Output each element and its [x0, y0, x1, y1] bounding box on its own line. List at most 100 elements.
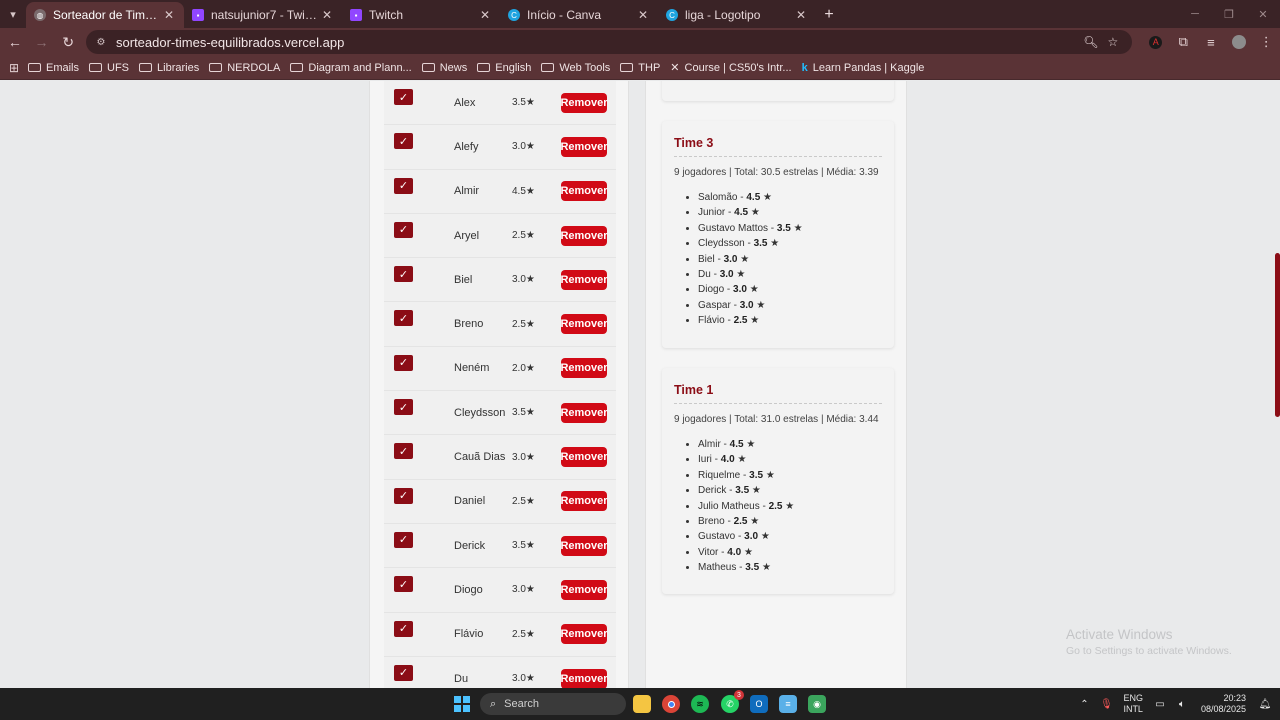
tab-search-chevron-icon[interactable]: ▾ — [0, 0, 26, 28]
remove-button[interactable]: Remover — [560, 402, 608, 423]
language-indicator[interactable]: ENG INTL — [1123, 693, 1143, 715]
player-checkbox[interactable]: ✓ — [394, 310, 413, 327]
team-player-name: Vitor — [698, 546, 719, 558]
remove-button[interactable]: Remover — [560, 358, 608, 379]
tab-twitch[interactable]: ▪ Twitch ✕ — [342, 2, 500, 28]
address-bar[interactable]: ⚙ sorteador-times-equilibrados.vercel.ap… — [86, 30, 1132, 54]
bookmark-libraries[interactable]: Libraries — [139, 62, 199, 74]
notification-bell-icon[interactable]: 🔔︎ — [1254, 699, 1276, 710]
remove-button[interactable]: Remover — [560, 624, 608, 645]
bookmark-ufs[interactable]: UFS — [89, 62, 129, 74]
star-icon: ★ — [740, 253, 750, 265]
file-explorer-icon[interactable] — [633, 695, 651, 713]
team-player-item: Gaspar - 3.0 ★ — [698, 298, 894, 313]
taskbar-search[interactable]: ⌕ Search — [480, 693, 626, 715]
player-checkbox[interactable]: ✓ — [394, 443, 413, 460]
notepad-icon[interactable]: ≡ — [779, 695, 797, 713]
remove-button[interactable]: Remover — [560, 269, 608, 290]
zoom-icon[interactable]: 🔍︎ — [1080, 35, 1102, 49]
close-icon[interactable]: ✕ — [320, 8, 334, 22]
star-icon: ★ — [793, 222, 803, 234]
remove-button[interactable]: Remover — [560, 181, 608, 202]
menu-kebab-icon[interactable]: ⋮ — [1252, 30, 1280, 54]
bookmark-cs50[interactable]: ✕ Course | CS50's Intr... — [670, 61, 791, 75]
network-icon[interactable]: ▭ — [1149, 699, 1171, 710]
microphone-icon[interactable]: 🎙︎ — [1095, 699, 1117, 710]
whatsapp-icon[interactable]: ✆ 3 — [721, 690, 744, 713]
player-checkbox[interactable]: ✓ — [394, 177, 413, 194]
forward-arrow-icon[interactable]: → — [30, 30, 54, 54]
remove-button[interactable]: Remover — [560, 314, 608, 335]
close-icon[interactable]: ✕ — [162, 8, 176, 22]
new-tab-plus-icon[interactable]: + — [816, 2, 842, 28]
team-title: Time 1 — [674, 383, 882, 404]
player-checkbox[interactable]: ✓ — [394, 221, 413, 238]
remove-button[interactable]: Remover — [560, 136, 608, 157]
team-card: Time 1 9 jogadores | Total: 31.0 estrela… — [662, 368, 894, 594]
bookmark-thp[interactable]: THP — [620, 62, 660, 74]
outlook-icon[interactable]: O — [750, 695, 768, 713]
clock[interactable]: 20:23 08/08/2025 — [1201, 693, 1246, 715]
close-icon[interactable]: ✕ — [636, 8, 650, 22]
tab-twitch-channel[interactable]: ▪ natsujunior7 - Twitch ✕ — [184, 2, 342, 28]
extensions-puzzle-icon[interactable]: ⧉ — [1170, 30, 1198, 54]
team-player-list: Almir - 4.5 ★Iuri - 4.0 ★Riquelme - 3.5 … — [698, 437, 894, 576]
remove-button[interactable]: Remover — [560, 579, 608, 600]
close-window-icon[interactable]: ✕ — [1246, 0, 1280, 28]
player-checkbox[interactable]: ✓ — [394, 89, 413, 105]
player-row: ✓ Alefy 3.0★ Remover — [384, 125, 616, 170]
remove-button[interactable]: Remover — [560, 668, 608, 688]
team-player-name: Julio Matheus — [698, 500, 760, 512]
player-checkbox[interactable]: ✓ — [394, 354, 413, 371]
remove-button[interactable]: Remover — [560, 535, 608, 556]
tab-canva-home[interactable]: C Início - Canva ✕ — [500, 2, 658, 28]
player-checkbox[interactable]: ✓ — [394, 664, 413, 681]
volume-icon[interactable]: 🔈︎ — [1171, 699, 1193, 710]
remove-button[interactable]: Remover — [560, 92, 608, 113]
remove-button[interactable]: Remover — [560, 491, 608, 512]
player-checkbox[interactable]: ✓ — [394, 399, 413, 416]
close-icon[interactable]: ✕ — [794, 8, 808, 22]
discord-icon[interactable]: ◉ — [808, 695, 826, 713]
windows-start-icon[interactable] — [454, 696, 470, 712]
spotify-icon[interactable]: ≋ — [691, 695, 709, 713]
site-info-icon[interactable]: ⚙ — [94, 35, 108, 49]
player-rating: 2.5★ — [512, 230, 535, 242]
player-checkbox[interactable]: ✓ — [394, 266, 413, 283]
bookmark-star-icon[interactable]: ☆ — [1102, 35, 1124, 49]
remove-button[interactable]: Remover — [560, 225, 608, 246]
bookmark-news[interactable]: News — [421, 62, 467, 74]
bookmark-web-tools[interactable]: Web Tools — [541, 62, 610, 74]
media-queue-icon[interactable]: ≡ — [1197, 30, 1225, 54]
tab-sorteador[interactable]: ◍ Sorteador de Times Equilibrados ✕ — [26, 2, 184, 28]
back-arrow-icon[interactable]: ← — [3, 30, 27, 54]
profile-avatar-icon[interactable] — [1225, 30, 1253, 54]
minimize-icon[interactable]: ─ — [1178, 0, 1212, 28]
reload-icon[interactable]: ↻ — [56, 30, 80, 54]
restore-icon[interactable]: ❐ — [1212, 0, 1246, 28]
page-viewport: ✓ Alex 3.5★ Remover ✓ Alefy 3.0★ Remover ✓ Almir 4… — [0, 81, 1280, 688]
apps-grid-icon[interactable]: ⊞ — [0, 61, 28, 75]
remove-button[interactable]: Remover — [560, 447, 608, 468]
player-checkbox[interactable]: ✓ — [394, 133, 413, 150]
url-text[interactable]: sorteador-times-equilibrados.vercel.app — [116, 35, 1080, 50]
page-scrollbar[interactable] — [1274, 81, 1280, 688]
bookmark-nerdola[interactable]: NERDOLA — [209, 62, 280, 74]
chrome-icon[interactable] — [662, 695, 680, 713]
extension-a-icon[interactable]: A — [1142, 30, 1170, 54]
player-checkbox[interactable]: ✓ — [394, 620, 413, 637]
bookmark-diagram[interactable]: Diagram and Plann... — [290, 62, 412, 74]
close-icon[interactable]: ✕ — [478, 8, 492, 22]
chevron-up-icon[interactable]: ⌃ — [1073, 699, 1095, 710]
tab-canva-logo[interactable]: C liga - Logotipo ✕ — [658, 2, 816, 28]
team-player-item: Biel - 3.0 ★ — [698, 252, 894, 267]
bookmark-kaggle[interactable]: k Learn Pandas | Kaggle — [802, 62, 925, 74]
scrollbar-thumb[interactable] — [1275, 253, 1280, 417]
player-checkbox[interactable]: ✓ — [394, 576, 413, 593]
system-tray: ⌃ 🎙︎ ENG INTL ▭ 🔈︎ 20:23 08/08/2025 🔔︎ — [1073, 688, 1280, 720]
player-checkbox[interactable]: ✓ — [394, 487, 413, 504]
player-name: Breno — [454, 318, 484, 331]
player-checkbox[interactable]: ✓ — [394, 531, 413, 548]
bookmark-english[interactable]: English — [477, 62, 531, 74]
bookmark-emails[interactable]: Emails — [28, 62, 79, 74]
